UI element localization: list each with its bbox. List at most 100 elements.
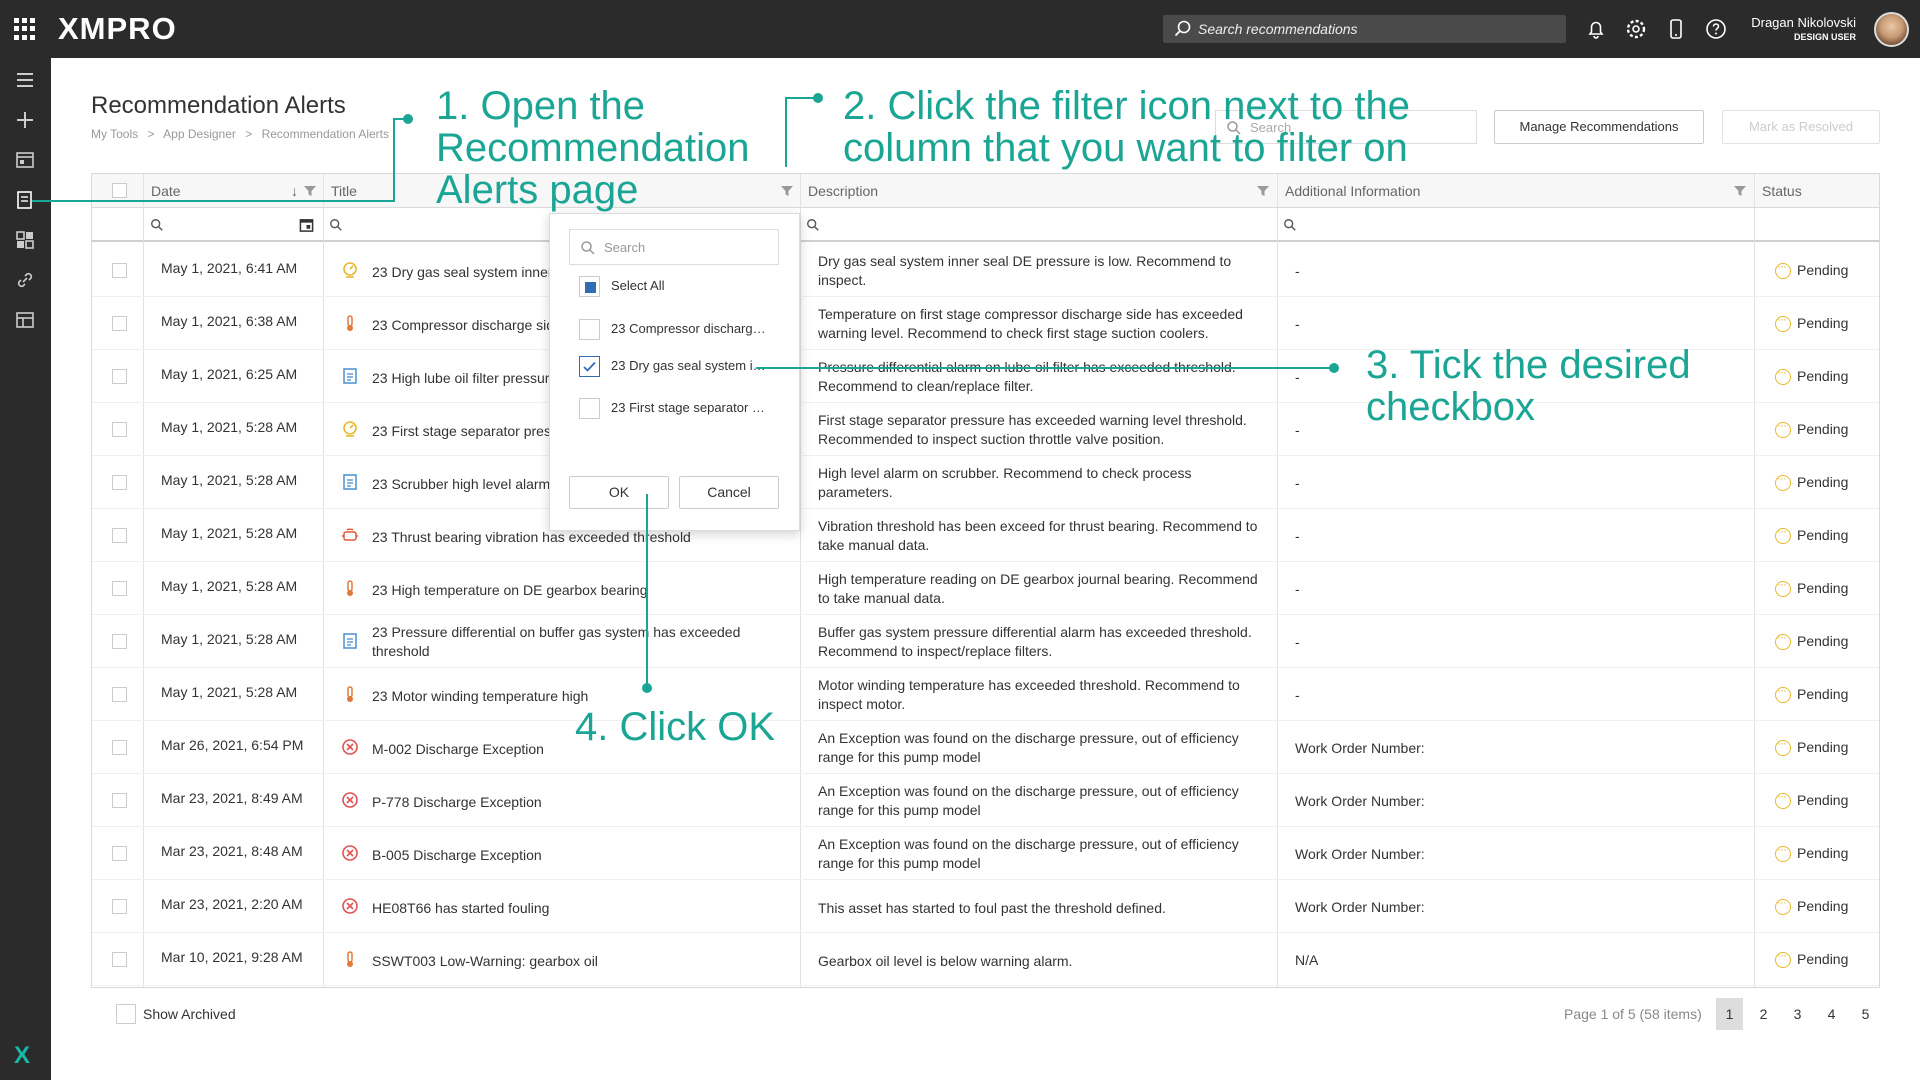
table-row[interactable]: May 1, 2021, 5:28 AM 23 Motor winding tem… [92,668,1879,721]
filter-icon[interactable] [302,183,318,199]
page-3-button[interactable]: 3 [1784,998,1811,1030]
row-checkbox[interactable] [112,263,127,278]
row-title[interactable]: 23 High temperature on DE gearbox bearin… [372,581,772,600]
data-stream-icon[interactable] [13,308,37,332]
row-checkbox[interactable] [112,899,127,914]
row-checkbox[interactable] [112,475,127,490]
pending-status-icon [1775,683,1791,703]
table-row[interactable]: Mar 23, 2021, 8:49 AM P-778 Discharge Exc… [92,774,1879,827]
filter-option-checkbox[interactable] [579,398,600,419]
xmpro-logo[interactable]: XMPRO [58,11,177,47]
breadcrumb-my-tools[interactable]: My Tools [91,127,138,141]
page-5-button[interactable]: 5 [1852,998,1879,1030]
status-badge: Pending [1797,792,1849,808]
bell-icon[interactable] [1584,17,1608,41]
search-icon[interactable] [806,218,820,232]
checkmark-icon [583,361,596,372]
sort-descending-icon[interactable]: ↓ [291,183,298,199]
calendar-icon[interactable] [299,217,314,233]
table-row[interactable]: May 1, 2021, 5:28 AM 23 Thrust bearing vi… [92,509,1879,562]
mobile-device-icon[interactable] [1664,17,1688,41]
search-placeholder: Search recommendations [1198,21,1358,37]
row-checkbox[interactable] [112,952,127,967]
plus-icon[interactable] [13,108,37,132]
row-checkbox[interactable] [112,316,127,331]
table-row[interactable]: Mar 26, 2021, 6:54 PM M-002 Discharge Exc… [92,721,1879,774]
filter-icon[interactable] [1732,183,1748,199]
ok-button[interactable]: OK [569,476,669,509]
page-2-button[interactable]: 2 [1750,998,1777,1030]
user-name[interactable]: Dragan Nikolovski [1751,15,1856,30]
show-archived-checkbox[interactable] [116,1004,136,1024]
filter-option-checkbox-checked[interactable] [579,356,600,377]
select-all-rows-checkbox[interactable] [112,183,127,198]
annotation-step-2: 2. Click the filter icon next to the col… [843,85,1410,169]
row-title[interactable]: HE08T66 has started fouling [372,899,772,918]
row-title[interactable]: B-005 Discharge Exception [372,846,772,865]
filter-search-input[interactable]: Search [569,229,779,265]
recommendations-icon[interactable] [13,188,37,212]
row-checkbox[interactable] [112,740,127,755]
row-checkbox[interactable] [112,687,127,702]
row-checkbox[interactable] [112,422,127,437]
title-filter-popup: Search Select All 23 Compressor discharg… [549,213,800,531]
row-checkbox[interactable] [112,634,127,649]
avatar[interactable] [1874,12,1909,47]
row-title[interactable]: 23 Motor winding temperature high [372,687,772,706]
status-badge: Pending [1797,686,1849,702]
filter-option-checkbox[interactable] [579,319,600,340]
table-row[interactable]: Mar 23, 2021, 2:20 AM HE08T66 has started… [92,880,1879,933]
row-date: Mar 23, 2021, 8:49 AM [161,790,303,806]
column-header-additional-information[interactable]: Additional Information [1285,183,1420,199]
column-header-title[interactable]: Title [331,183,357,199]
status-badge: Pending [1797,421,1849,437]
row-checkbox[interactable] [112,846,127,861]
filter-option[interactable]: 23 Dry gas seal system inner seal DE pre… [579,355,779,377]
row-checkbox[interactable] [112,528,127,543]
manage-recommendations-button[interactable]: Manage Recommendations [1494,110,1704,144]
page-4-button[interactable]: 4 [1818,998,1845,1030]
table-row[interactable]: Mar 23, 2021, 8:48 AM B-005 Discharge Exc… [92,827,1879,880]
mark-as-resolved-button[interactable]: Mark as Resolved [1722,110,1880,144]
row-checkbox[interactable] [112,793,127,808]
search-icon[interactable] [1283,218,1297,232]
filter-option[interactable]: 23 Compressor discharge side temperature… [579,318,779,340]
app-designer-icon[interactable] [13,228,37,252]
column-header-description[interactable]: Description [808,183,878,199]
annotation-step-4: 4. Click OK [575,706,775,748]
breadcrumb-recommendation-alerts[interactable]: Recommendation Alerts [262,127,389,141]
column-header-date[interactable]: Date [151,183,181,199]
search-icon[interactable] [329,218,343,232]
help-icon[interactable] [1704,17,1728,41]
xmpro-x-icon[interactable]: X [14,1042,30,1070]
row-title[interactable]: P-778 Discharge Exception [372,793,772,812]
app-launcher-icon[interactable] [14,18,36,40]
row-title[interactable]: SSWT003 Low-Warning: gearbox oil [372,952,772,971]
filter-option-label: 23 Dry gas seal system inner seal DE pre… [611,358,771,373]
filter-icon[interactable] [1255,183,1271,199]
table-row[interactable]: May 1, 2021, 5:28 AM 23 Pressure differen… [92,615,1879,668]
breadcrumb-app-designer[interactable]: App Designer [163,127,236,141]
filter-icon[interactable] [779,183,795,199]
select-all-checkbox[interactable] [579,276,600,297]
table-row[interactable]: May 1, 2021, 6:41 AM 23 Dry gas seal syst… [92,244,1879,297]
row-date: May 1, 2021, 5:28 AM [161,631,298,647]
recommendation-search-input[interactable]: Search recommendations [1163,15,1566,43]
filter-option[interactable]: 23 First stage separator pressure exceed… [579,397,779,419]
row-checkbox[interactable] [112,581,127,596]
page-1-button[interactable]: 1 [1716,998,1743,1030]
table-row[interactable]: May 1, 2021, 5:28 AM 23 High temperature … [92,562,1879,615]
row-title[interactable]: 23 Pressure differential on buffer gas s… [372,623,772,661]
search-icon[interactable] [150,218,164,232]
filter-option-select-all[interactable]: Select All [579,275,779,297]
link-icon[interactable] [13,268,37,292]
dashboard-icon[interactable] [13,148,37,172]
column-header-status[interactable]: Status [1762,183,1802,199]
cancel-button[interactable]: Cancel [679,476,779,509]
table-row[interactable]: Mar 10, 2021, 9:28 AM SSWT003 Low-Warning… [92,933,1879,986]
row-checkbox[interactable] [112,369,127,384]
gear-icon[interactable] [1624,17,1648,41]
table-row[interactable]: May 1, 2021, 5:28 AM 23 Scrubber high lev… [92,456,1879,509]
hamburger-menu-icon[interactable] [13,68,37,92]
show-archived-label[interactable]: Show Archived [143,1006,236,1022]
